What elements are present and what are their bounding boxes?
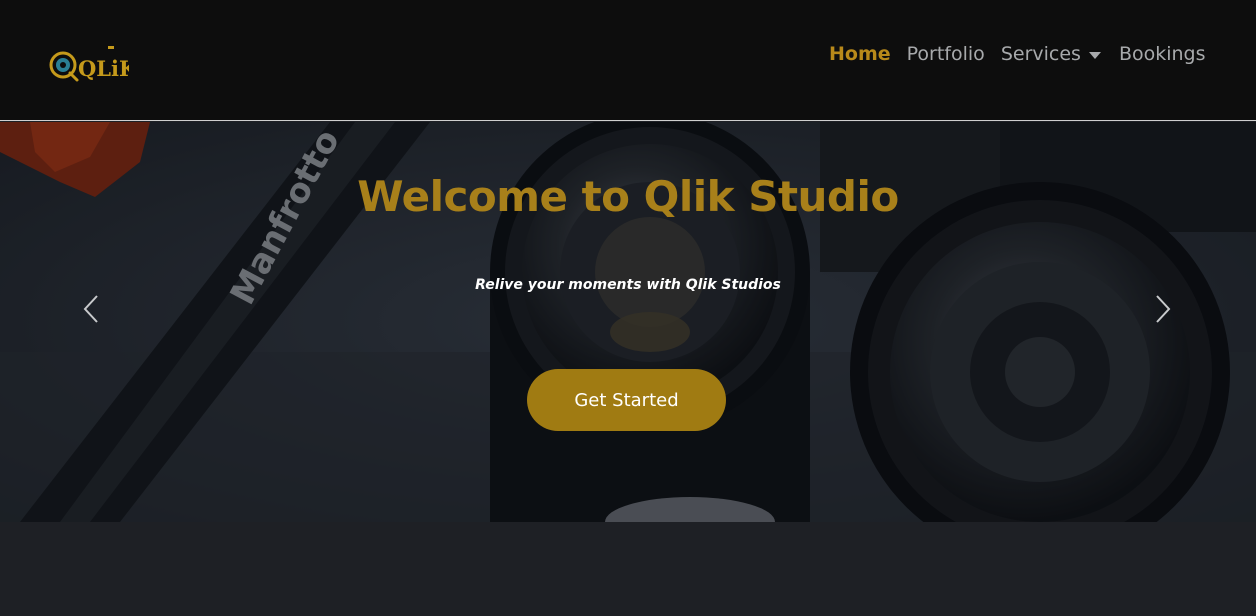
chevron-right-icon [1156,295,1171,323]
get-started-button[interactable]: Get Started [527,369,726,431]
site-header: QLiK Home Portfolio Services Bookings [0,0,1256,121]
nav-portfolio-link[interactable]: Portfolio [907,43,985,65]
nav-services-dropdown[interactable]: Services [1001,43,1101,65]
carousel-next-button[interactable] [1148,292,1178,326]
page-content-area [0,522,1256,616]
nav-home-link[interactable]: Home [829,43,891,65]
nav-bookings-link[interactable]: Bookings [1119,43,1206,65]
hero-subtitle: Relive your moments with Qlik Studios [475,277,781,293]
logo-wordmark: QLiK [78,56,129,81]
nav-services-label: Services [1000,43,1081,65]
logo-icon: QLiK [49,46,138,82]
hero-title: Welcome to Qlik Studio [357,172,899,221]
brand-logo[interactable]: QLiK [47,44,138,84]
hero-carousel: Manfrotto Welcome to Qlik Studio Relive … [0,122,1256,522]
caret-down-icon [1088,51,1101,59]
main-nav: Home Portfolio Services Bookings [829,40,1206,68]
carousel-prev-button[interactable] [76,292,106,326]
chevron-left-icon [83,295,98,323]
